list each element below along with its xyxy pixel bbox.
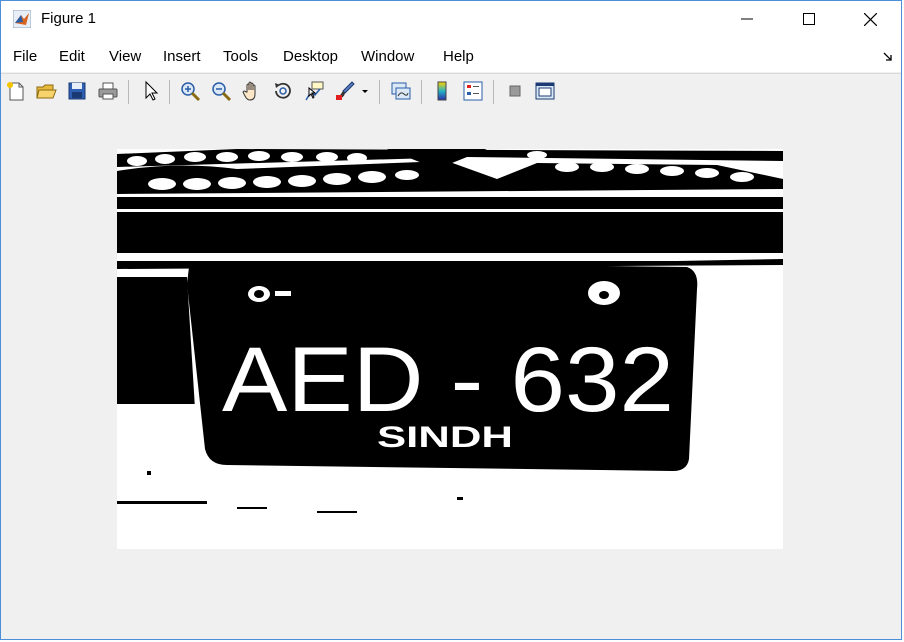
menu-edit[interactable]: Edit bbox=[59, 48, 85, 65]
print-icon[interactable] bbox=[97, 80, 119, 102]
dock-arrow-icon[interactable] bbox=[883, 52, 893, 62]
show-plot-tools-icon[interactable] bbox=[534, 80, 556, 102]
data-cursor-icon[interactable] bbox=[303, 80, 325, 102]
brush-icon[interactable] bbox=[334, 80, 356, 102]
menu-file[interactable]: File bbox=[13, 48, 37, 65]
new-figure-icon[interactable] bbox=[5, 80, 27, 102]
link-plot-icon[interactable] bbox=[390, 80, 412, 102]
zoom-out-icon[interactable] bbox=[210, 80, 232, 102]
menu-bar: File Edit View Insert Tools Desktop Wind… bbox=[1, 38, 901, 72]
toolbar-separator bbox=[169, 80, 170, 104]
binary-plate-image[interactable]: AED - 632 SINDH bbox=[117, 149, 783, 549]
brush-dropdown-icon[interactable] bbox=[359, 80, 371, 102]
maximize-button[interactable] bbox=[779, 1, 839, 37]
menu-help[interactable]: Help bbox=[443, 48, 474, 65]
toolbar-separator bbox=[379, 80, 380, 104]
minimize-icon bbox=[741, 18, 753, 20]
matlab-logo-icon bbox=[13, 10, 31, 28]
toolbar-separator bbox=[493, 80, 494, 104]
select-arrow-icon[interactable] bbox=[140, 80, 162, 102]
hide-plot-tools-icon[interactable] bbox=[504, 80, 526, 102]
plate-main-text: AED - 632 bbox=[222, 329, 674, 431]
toolbar-separator bbox=[128, 80, 129, 104]
close-icon bbox=[863, 12, 877, 26]
toolbar-separator bbox=[421, 80, 422, 104]
menu-tools[interactable]: Tools bbox=[223, 48, 258, 65]
maximize-icon bbox=[803, 13, 815, 25]
bumper-band-top bbox=[117, 197, 783, 209]
save-icon[interactable] bbox=[66, 80, 88, 102]
legend-icon[interactable] bbox=[462, 80, 484, 102]
pan-hand-icon[interactable] bbox=[241, 80, 263, 102]
figure-toolbar bbox=[1, 73, 901, 111]
menu-view[interactable]: View bbox=[109, 48, 141, 65]
menu-desktop[interactable]: Desktop bbox=[283, 48, 338, 65]
plate-image-graphic: AED - 632 SINDH bbox=[117, 149, 783, 513]
menu-window[interactable]: Window bbox=[361, 48, 414, 65]
zoom-in-icon[interactable] bbox=[179, 80, 201, 102]
colorbar-icon[interactable] bbox=[431, 80, 453, 102]
open-file-icon[interactable] bbox=[35, 80, 57, 102]
minimize-button[interactable] bbox=[717, 1, 777, 37]
rotate-3d-icon[interactable] bbox=[272, 80, 294, 102]
menu-insert[interactable]: Insert bbox=[163, 48, 201, 65]
plate-sub-text: SINDH bbox=[377, 421, 513, 454]
window-title: Figure 1 bbox=[41, 10, 97, 27]
close-button[interactable] bbox=[840, 1, 900, 37]
figure-window: Figure 1 File Edit View Insert Tools Des… bbox=[0, 0, 902, 640]
title-bar[interactable]: Figure 1 bbox=[1, 1, 901, 38]
figure-canvas[interactable]: AED - 632 SINDH bbox=[1, 110, 901, 639]
